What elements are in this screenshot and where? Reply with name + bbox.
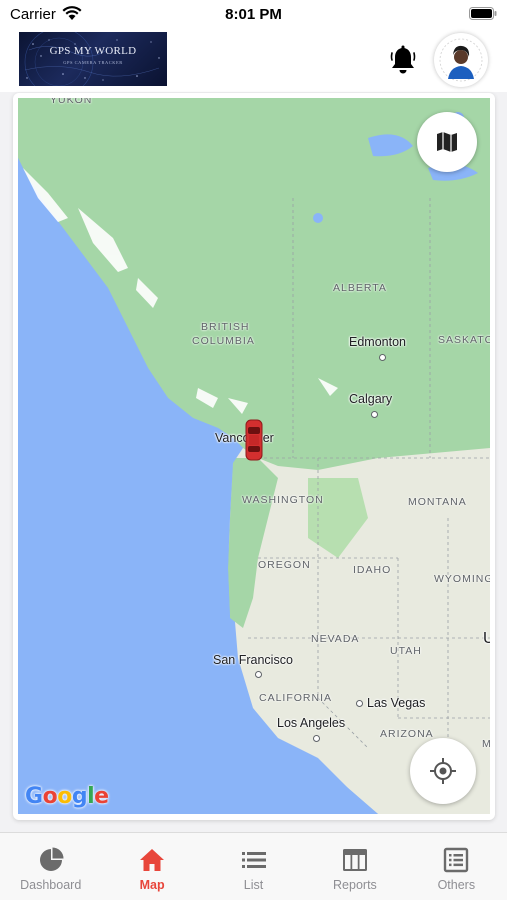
city-dot-las-vegas — [356, 700, 363, 707]
logo-subtitle: GPS CAMERA TRACKER — [63, 60, 123, 65]
label-edge-m: M — [482, 738, 490, 750]
label-san-francisco: San Francisco — [213, 653, 293, 667]
logo-title: GPS MY WORLD — [49, 45, 137, 57]
app-screen: Carrier 8:01 PM GPS MY WORLD GPS CAMERA … — [0, 0, 507, 900]
city-dot-san-francisco — [255, 671, 262, 678]
status-bar: Carrier 8:01 PM — [0, 0, 507, 28]
map-view[interactable]: YUKON BRITISH COLUMBIA ALBERTA SASKATC W… — [18, 98, 490, 814]
tab-reports[interactable]: Reports — [304, 833, 405, 900]
logo-world-graphic — [24, 32, 160, 86]
label-utah: UTAH — [390, 645, 422, 657]
map-type-button[interactable] — [417, 112, 477, 172]
user-avatar[interactable] — [434, 33, 488, 87]
label-british: BRITISH — [201, 321, 250, 333]
battery-icon — [469, 7, 497, 20]
map-card: YUKON BRITISH COLUMBIA ALBERTA SASKATC W… — [13, 93, 495, 820]
city-dot-los-angeles — [313, 735, 320, 742]
locate-me-button[interactable] — [410, 738, 476, 804]
label-oregon: OREGON — [258, 559, 311, 571]
bottom-tab-bar: Dashboard Map List Reports Others — [0, 832, 507, 900]
tab-label-reports: Reports — [333, 878, 377, 892]
label-calgary: Calgary — [349, 392, 393, 406]
tab-list[interactable]: List — [203, 833, 304, 900]
label-nevada: NEVADA — [311, 633, 360, 645]
bell-icon[interactable] — [389, 45, 417, 75]
google-attribution: Google — [25, 784, 109, 809]
list-icon — [241, 852, 266, 868]
label-edmonton: Edmonton — [349, 335, 406, 349]
city-dot-edmonton — [379, 354, 386, 361]
tab-label-list: List — [243, 878, 264, 892]
label-alberta: ALBERTA — [333, 282, 387, 294]
tab-map[interactable]: Map — [101, 833, 202, 900]
crosshair-icon — [430, 758, 456, 784]
pie-chart-icon — [39, 847, 64, 871]
city-dot-calgary — [371, 411, 378, 418]
label-montana: MONTANA — [408, 496, 467, 508]
clock: 8:01 PM — [225, 6, 282, 23]
tab-others[interactable]: Others — [406, 833, 507, 900]
label-wyoming: WYOMING — [434, 573, 490, 585]
tab-label-map: Map — [139, 878, 165, 892]
app-logo[interactable]: GPS MY WORLD GPS CAMERA TRACKER — [19, 32, 167, 86]
reports-icon — [342, 849, 367, 871]
map-icon — [437, 132, 457, 152]
label-idaho: IDAHO — [353, 564, 392, 576]
label-las-vegas: Las Vegas — [367, 696, 426, 710]
label-arizona: ARIZONA — [380, 728, 434, 740]
label-los-angeles: Los Angeles — [277, 716, 346, 730]
label-columbia: COLUMBIA — [192, 335, 255, 347]
car-icon[interactable] — [245, 419, 263, 461]
tab-label-others: Others — [437, 878, 476, 892]
label-california: CALIFORNIA — [259, 692, 333, 704]
label-edge-u: U — [483, 630, 490, 647]
label-saskatchewan: SASKATC — [438, 334, 490, 346]
label-yukon: YUKON — [50, 98, 93, 106]
app-header: GPS MY WORLD GPS CAMERA TRACKER — [0, 28, 507, 92]
tab-label-dashboard: Dashboard — [20, 878, 82, 892]
home-icon — [140, 849, 165, 871]
others-icon — [444, 847, 469, 873]
label-washington: WASHINGTON — [242, 494, 324, 506]
tab-dashboard[interactable]: Dashboard — [0, 833, 101, 900]
avatar-image — [439, 38, 483, 82]
